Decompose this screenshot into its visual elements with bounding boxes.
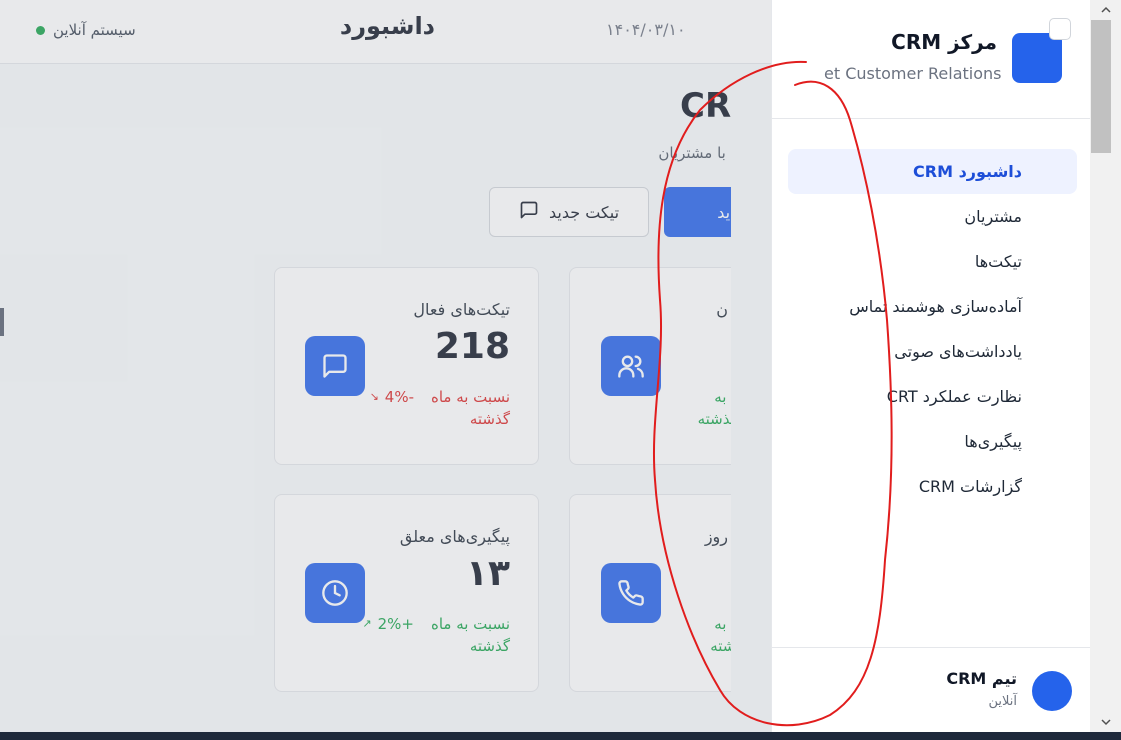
sidebar-item-smart-call-prep[interactable]: آماده‌سازی هوشمند تماس (788, 284, 1077, 329)
sidebar-subtitle: et Customer Relations (824, 64, 1002, 83)
sidebar-item-voice-notes[interactable]: یادداشت‌های صوتی (788, 329, 1077, 374)
sidebar-item-crm-reports[interactable]: گزارشات CRM (788, 464, 1077, 509)
sidebar-item-crm-dashboard[interactable]: داشبورد CRM (788, 149, 1077, 194)
bottom-edge (0, 732, 1121, 740)
avatar[interactable] (1032, 671, 1072, 711)
sidebar-drawer: مرکز CRM et Customer Relations داشبورد C… (771, 0, 1091, 732)
app-logo (1012, 33, 1062, 83)
sidebar-item-crt-monitoring[interactable]: نظارت عملکرد CRT (788, 374, 1077, 419)
scroll-up-arrow-icon[interactable] (1090, 0, 1121, 20)
sidebar-footer: تیم CRM آنلاین (772, 647, 1091, 732)
resize-handle[interactable] (0, 308, 4, 336)
vertical-scrollbar[interactable] (1090, 0, 1121, 732)
sidebar-nav: داشبورد CRM مشتریان تیکت‌ها آماده‌سازی ه… (788, 149, 1077, 509)
team-status: آنلاین (988, 694, 1017, 709)
dashboard-page: داشبورد ۱۴۰۴/۰۳/۱۰ سیستم آنلاین CR ند ار… (0, 0, 1121, 732)
sidebar-item-customers[interactable]: مشتریان (788, 194, 1077, 239)
team-name: تیم CRM (946, 669, 1017, 688)
sidebar-item-followups[interactable]: پیگیری‌ها (788, 419, 1077, 464)
close-icon[interactable] (1049, 18, 1071, 40)
scroll-down-arrow-icon[interactable] (1090, 712, 1121, 732)
sidebar-item-tickets[interactable]: تیکت‌ها (788, 239, 1077, 284)
sidebar-header: مرکز CRM et Customer Relations (772, 0, 1091, 119)
sidebar-title: مرکز CRM (891, 30, 997, 54)
scrollbar-thumb[interactable] (1091, 20, 1111, 153)
